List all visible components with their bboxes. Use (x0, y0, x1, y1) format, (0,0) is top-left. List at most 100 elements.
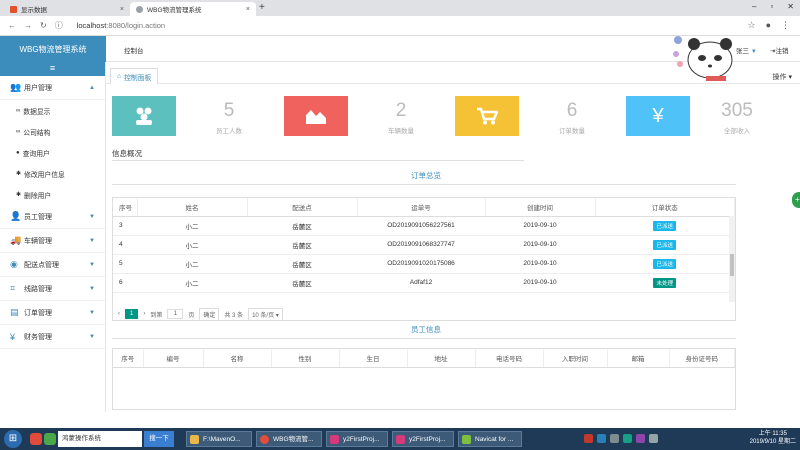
sidebar-item-data-display[interactable]: ∞ 数据显示 (0, 100, 105, 121)
chevron-down-icon: ▾ (275, 312, 279, 319)
forward-icon[interactable]: → (24, 21, 32, 30)
sidebar-item-delete-user[interactable]: ✱ 删除用户 (0, 184, 105, 205)
sidebar-group-route-management[interactable]: ⌗ 线路管理 ▼ (0, 277, 105, 301)
orders-header-row: 序号 姓名 配送点 运单号 创建时间 订单状态 (113, 198, 735, 217)
home-icon: ⌂ (117, 73, 122, 80)
cell-point: 岳麓区 (247, 235, 357, 255)
app-shortcut-icon[interactable] (44, 433, 56, 445)
status-badge: 未处理 (653, 277, 676, 288)
close-tab-icon[interactable]: × (246, 6, 250, 13)
table-row[interactable]: 3 小二 岳麓区 OD2019091056227561 2019-09-10 已… (113, 216, 735, 236)
cell-created: 2019-09-10 (485, 235, 595, 255)
url-path: :8080/login.action (106, 21, 166, 30)
back-icon[interactable]: ← (8, 21, 16, 30)
brand-title[interactable]: WBG物流管理系统 (0, 36, 106, 62)
nav-console-link[interactable]: 控制台 (124, 45, 144, 55)
menu-dots-icon[interactable]: ⋮ (781, 20, 790, 31)
sidebar-group-finance-management[interactable]: ¥ 财务管理 ▼ (0, 325, 105, 349)
column-header[interactable]: 编号 (143, 349, 204, 368)
table-row[interactable]: 6 小二 岳麓区 Adfaf12 2019-09-10 未处理 (113, 273, 735, 293)
floating-plus-icon[interactable]: + (792, 192, 800, 208)
link-icon: ∞ (16, 107, 21, 114)
stat-box (284, 96, 348, 136)
column-header[interactable]: 生日 (339, 349, 408, 368)
column-header[interactable]: 身份证号码 (669, 349, 735, 368)
column-header[interactable]: 序号 (113, 198, 138, 217)
taskbar-item-label: Navicat for ... (475, 436, 514, 443)
people-icon (136, 107, 152, 125)
sidebar-group-staff-management[interactable]: 👤 员工管理 ▼ (0, 205, 105, 229)
new-tab-button[interactable]: + (259, 2, 265, 13)
sidebar-item-edit-user[interactable]: ✱ 修改用户信息 (0, 163, 105, 184)
tray-app-icon[interactable] (584, 434, 593, 443)
taskbar-item-ide-1[interactable]: y2FirstProj... (326, 431, 388, 447)
maximize-icon[interactable]: ▫ (770, 2, 773, 11)
cell-created: 2019-09-10 (485, 254, 595, 274)
sidebar-group-delivery-point-management[interactable]: ◉ 配送点管理 ▼ (0, 253, 105, 277)
tray-app-icon[interactable] (610, 434, 619, 443)
tab-control-panel[interactable]: ⌂ 控制面板 (110, 68, 159, 84)
taskbar-item-navicat[interactable]: Navicat for ... (458, 431, 522, 447)
sidebar-item-company-structure[interactable]: ∞ 公司结构 (0, 121, 105, 142)
browser-tab-wbg[interactable]: WBG物流管理系统 × (130, 2, 256, 16)
close-window-icon[interactable]: ✕ (787, 2, 794, 11)
taskbar-search-button[interactable]: 搜一下 (144, 431, 174, 447)
status-badge: 已派送 (653, 220, 676, 231)
reload-icon[interactable]: ↻ (40, 21, 47, 30)
bookmark-star-icon[interactable]: ☆ (747, 20, 755, 31)
table-row[interactable]: 5 小二 岳麓区 OD2019091020175086 2019-09-10 已… (113, 254, 735, 274)
tray-app-icon[interactable] (636, 434, 645, 443)
column-header[interactable]: 订单状态 (595, 198, 735, 217)
confirm-button[interactable]: 确定 (199, 307, 220, 321)
browser-tab-data-display[interactable]: 显示数据 × (4, 2, 130, 16)
column-header[interactable]: 配送点 (247, 198, 358, 217)
clock[interactable]: 上午 11:35 2019/9/10 星期二 (750, 430, 796, 446)
page-size-select[interactable]: 10 条/页 ▾ (248, 307, 283, 321)
divider (112, 184, 736, 185)
column-header[interactable]: 创建时间 (485, 198, 596, 217)
logout-button[interactable]: ⇥注销 (770, 45, 788, 55)
operations-dropdown[interactable]: 操作 ▾ (773, 72, 792, 82)
stat-label: 车辆数量 (388, 128, 414, 135)
cell-waybill: OD2019091056227561 (357, 216, 485, 236)
taskbar-item-explorer[interactable]: F:\MavenO... (186, 431, 252, 447)
column-header[interactable]: 序号 (113, 349, 144, 368)
column-header[interactable]: 性别 (271, 349, 340, 368)
column-header[interactable]: 名称 (203, 349, 272, 368)
column-header[interactable]: 电话号码 (475, 349, 544, 368)
staff-icon: 👤 (10, 211, 22, 221)
app-shortcut-icon[interactable] (30, 433, 42, 445)
page-unit-label: 页 (188, 312, 195, 319)
sidebar-group-user-management[interactable]: 👥 用户管理 ▲ (0, 76, 105, 100)
close-tab-icon[interactable]: × (120, 6, 124, 13)
taskbar-item-ide-2[interactable]: y2FirstProj... (392, 431, 454, 447)
column-header[interactable]: 地址 (407, 349, 476, 368)
column-header[interactable]: 姓名 (137, 198, 248, 217)
next-page-icon[interactable]: › (143, 311, 145, 317)
taskbar-item-browser[interactable]: WBG物流管... (256, 431, 322, 447)
tab-label: 控制面板 (124, 74, 152, 82)
current-page-button[interactable]: 1 (125, 309, 139, 319)
goto-label: 到第 (150, 312, 163, 319)
sidebar-item-query-users[interactable]: ● 查询用户 (0, 142, 105, 163)
sidebar-group-vehicle-management[interactable]: 🚚 车辆管理 ▼ (0, 229, 105, 253)
url-field[interactable]: localhost:8080/login.action (77, 21, 165, 30)
minimize-icon[interactable]: – (752, 2, 756, 11)
sidebar-group-order-management[interactable]: ▤ 订单管理 ▼ (0, 301, 105, 325)
column-header[interactable]: 入职时间 (543, 349, 608, 368)
column-header[interactable]: 邮箱 (607, 349, 670, 368)
prev-page-icon[interactable]: ‹ (118, 311, 120, 317)
start-button[interactable]: ⊞ (4, 430, 22, 448)
chevron-down-icon: ▼ (89, 285, 95, 292)
profile-icon[interactable]: ● (766, 20, 771, 31)
taskbar-search-input[interactable]: 鸿蒙操作系统 (58, 431, 142, 447)
table-row[interactable]: 4 小二 岳麓区 OD2019091068327747 2019-09-10 已… (113, 235, 735, 255)
sidebar-toggle-icon[interactable]: ≡ (0, 62, 105, 76)
column-header[interactable]: 运单号 (357, 198, 486, 217)
goto-page-input[interactable]: 1 (167, 309, 184, 319)
tray-app-icon[interactable] (597, 434, 606, 443)
tray-app-icon[interactable] (623, 434, 632, 443)
info-icon[interactable]: ⓘ (55, 20, 63, 31)
scrollbar-thumb[interactable] (730, 254, 734, 276)
volume-icon[interactable] (649, 434, 658, 443)
